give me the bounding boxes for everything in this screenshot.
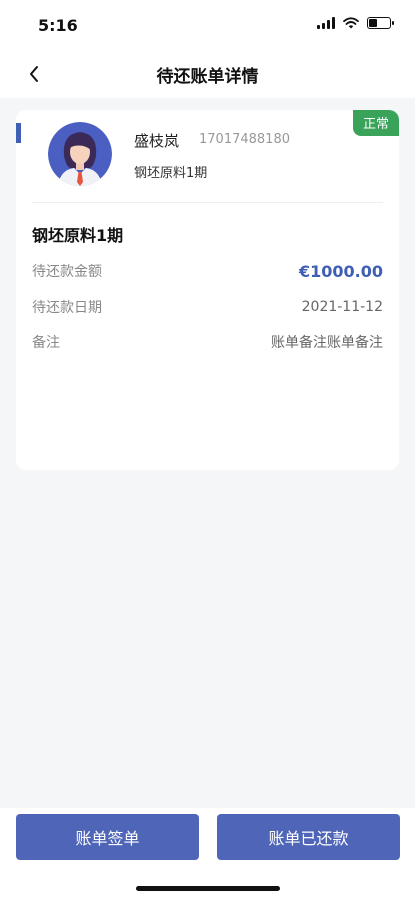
bill-sign-button[interactable]: 账单签单 [16,814,199,860]
row-amount: 待还款金额 €1000.00 [32,260,383,282]
bottom-action-bar: 账单签单 账单已还款 [0,808,415,900]
remark-value: 账单备注账单备注 [271,335,383,351]
user-material: 钢坯原料1期 [134,166,208,181]
bill-repaid-button[interactable]: 账单已还款 [217,814,400,860]
home-indicator[interactable] [136,886,280,891]
bill-title: 钢坯原料1期 [32,226,124,245]
card-accent-bar [16,123,21,143]
user-phone: 17017488180 [199,132,290,147]
signal-icon [317,17,335,29]
battery-icon [367,17,394,29]
user-name: 盛枝岚 [134,132,180,150]
row-remark: 备注 账单备注账单备注 [32,331,383,353]
remark-label: 备注 [32,335,60,351]
amount-label: 待还款金额 [32,264,102,280]
row-date: 待还款日期 2021-11-12 [32,296,383,318]
status-time: 5:16 [38,16,78,35]
nav-bar: 待还账单详情 [0,50,415,98]
amount-value: €1000.00 [298,261,383,281]
page-title: 待还账单详情 [156,67,259,87]
avatar [48,122,112,186]
status-icons [317,17,394,29]
divider [32,202,383,203]
wifi-icon [343,17,359,29]
bill-card: 正常 盛枝岚 17017488180 钢坯原料1期 钢坯原料1期 待还款金额 €… [16,110,399,470]
date-label: 待还款日期 [32,300,102,316]
date-value: 2021-11-12 [301,299,383,315]
status-badge: 正常 [352,110,399,136]
status-bar: 5:16 [0,0,415,50]
